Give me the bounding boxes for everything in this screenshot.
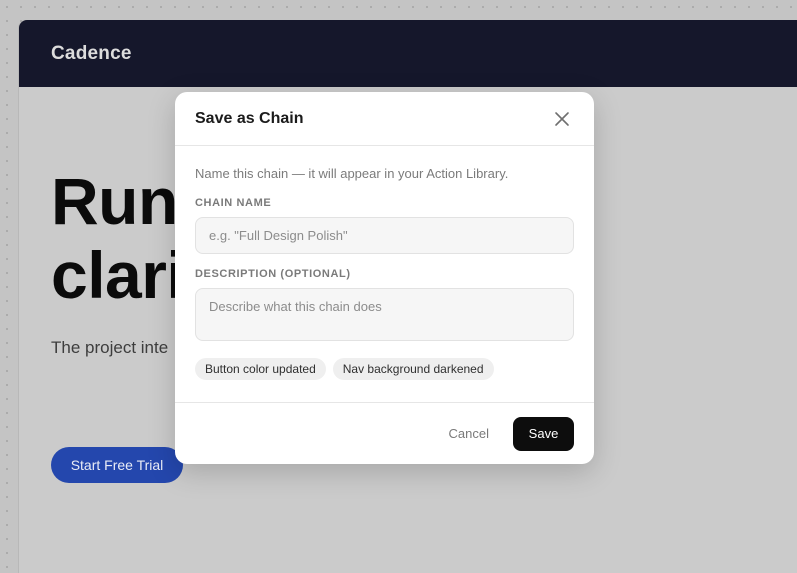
chip-nav-background-darkened: Nav background darkened <box>332 358 494 380</box>
close-icon <box>555 111 569 126</box>
chain-name-label: CHAIN NAME <box>195 197 272 209</box>
included-actions-chips: Button color updated Nav background dark… <box>195 358 574 380</box>
close-button[interactable] <box>550 107 574 131</box>
dialog-body: Name this chain — it will appear in your… <box>175 146 594 380</box>
description-label: DESCRIPTION (OPTIONAL) <box>195 268 351 280</box>
cancel-button[interactable]: Cancel <box>449 426 489 441</box>
brand-logo-text[interactable]: Cadence <box>51 43 132 65</box>
dialog-header: Save as Chain <box>175 92 594 146</box>
helper-text: Name this chain — it will appear in your… <box>195 166 509 181</box>
save-as-chain-dialog: Save as Chain Name this chain — it will … <box>175 92 594 464</box>
description-textarea[interactable] <box>195 288 574 341</box>
start-free-trial-button[interactable]: Start Free Trial <box>51 447 183 483</box>
save-button[interactable]: Save <box>513 416 574 451</box>
dialog-footer: Cancel Save <box>175 402 594 464</box>
chain-name-input[interactable] <box>195 217 574 254</box>
dialog-title: Save as Chain <box>195 109 304 127</box>
chip-button-color-updated: Button color updated <box>195 358 326 380</box>
top-navigation-bar: Cadence <box>19 20 797 87</box>
